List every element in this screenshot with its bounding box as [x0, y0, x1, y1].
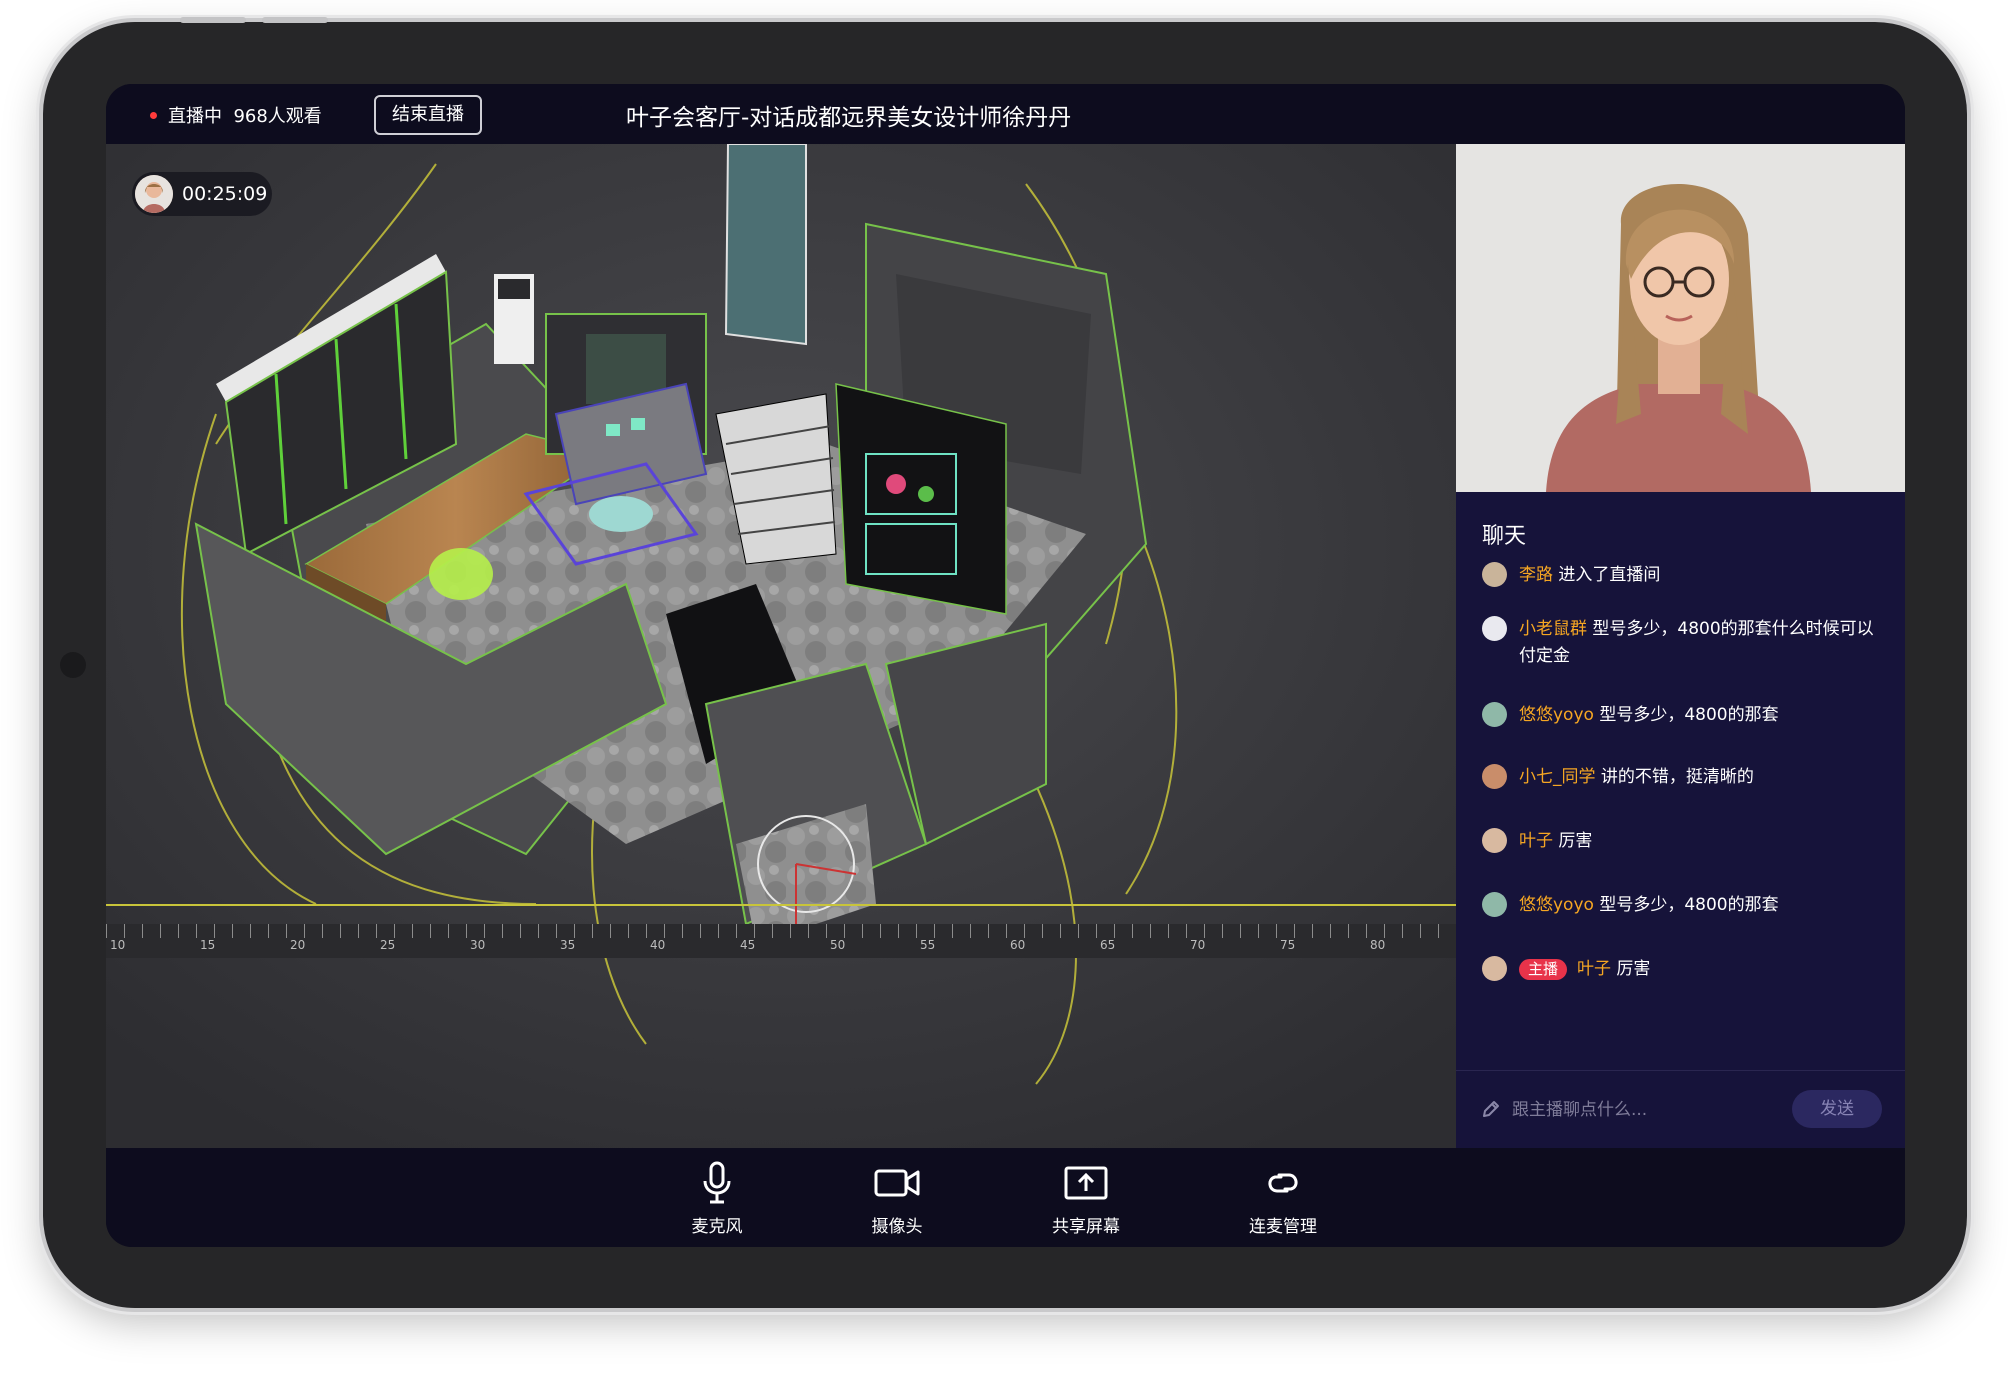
ruler-tick: 80 [1370, 938, 1386, 952]
share-screen-button[interactable]: 共享屏幕 [1026, 1162, 1146, 1237]
screen: 直播中 968人观看 结束直播 叶子会客厅-对话成都远界美女设计师徐丹丹 10 … [106, 84, 1905, 1247]
pencil-icon [1480, 1098, 1502, 1124]
chat-message: 小七_同学 讲的不错，挺清晰的 [1482, 764, 1882, 791]
chat-text: 型号多少，4800的那套 [1599, 895, 1779, 915]
chat-username[interactable]: 悠悠yoyo [1519, 705, 1594, 725]
co-host-label: 连麦管理 [1249, 1217, 1317, 1237]
send-button[interactable]: 发送 [1792, 1090, 1882, 1128]
chat-text: 进入了直播间 [1558, 565, 1661, 585]
chat-message: 主播 叶子 厉害 [1482, 956, 1882, 983]
ruler-tick: 35 [560, 938, 576, 952]
user-avatar [1482, 828, 1507, 853]
chat-panel: 聊天 李路 进入了直播间 小老鼠群 型号多少，4800的那套什么时候可以付定金 … [1456, 492, 1905, 1148]
host-video [1456, 144, 1905, 492]
chat-username[interactable]: 小老鼠群 [1519, 619, 1587, 639]
chat-username[interactable]: 小七_同学 [1519, 767, 1596, 787]
live-timer: 00:25:09 [132, 172, 272, 216]
camera-label: 摄像头 [871, 1217, 923, 1237]
video-camera-icon [873, 1166, 921, 1204]
ruler-tick: 15 [200, 938, 216, 952]
ruler-tick: 65 [1100, 938, 1116, 952]
front-camera [60, 652, 86, 678]
host-avatar [135, 175, 173, 213]
chat-message: 悠悠yoyo 型号多少，4800的那套 [1482, 702, 1882, 729]
chat-message: 小老鼠群 型号多少，4800的那套什么时候可以付定金 [1482, 616, 1882, 670]
3d-model-scene [106, 144, 1456, 1148]
timer-text: 00:25:09 [182, 183, 268, 205]
ruler-tick: 75 [1280, 938, 1296, 952]
ruler-tick: 50 [830, 938, 846, 952]
chat-title: 聊天 [1482, 524, 1527, 549]
chat-text: 型号多少，4800的那套 [1599, 705, 1779, 725]
user-avatar [1482, 616, 1507, 641]
chat-input-row: 发送 [1456, 1072, 1905, 1148]
ruler-tick: 40 [650, 938, 666, 952]
chat-input[interactable] [1510, 1094, 1764, 1126]
chat-message: 悠悠yoyo 型号多少，4800的那套 [1482, 892, 1882, 919]
chat-username[interactable]: 叶子 [1519, 831, 1553, 851]
camera-button[interactable]: 摄像头 [837, 1162, 957, 1237]
share-screen-icon [1063, 1165, 1109, 1205]
chat-text: 厉害 [1558, 831, 1593, 851]
chat-username[interactable]: 李路 [1519, 565, 1553, 585]
chat-username[interactable]: 叶子 [1577, 959, 1611, 979]
chat-username[interactable]: 悠悠yoyo [1519, 895, 1594, 915]
live-status: 直播中 968人观看 [168, 102, 322, 128]
live-status-label: 直播中 [168, 106, 222, 127]
user-avatar [1482, 956, 1507, 981]
share-screen-label: 共享屏幕 [1052, 1217, 1120, 1237]
user-avatar [1482, 702, 1507, 727]
ruler-tick: 25 [380, 938, 396, 952]
main-video[interactable]: 10 15 20 25 30 35 40 45 50 55 60 65 70 7… [106, 144, 1456, 1148]
link-icon [1259, 1165, 1307, 1205]
ruler-tick: 10 [110, 938, 126, 952]
microphone-label: 麦克风 [691, 1217, 743, 1237]
chat-divider [1456, 1070, 1905, 1071]
page-title: 叶子会客厅-对话成都远界美女设计师徐丹丹 [626, 105, 1072, 131]
user-avatar [1482, 764, 1507, 789]
timeline-ruler[interactable]: 10 15 20 25 30 35 40 45 50 55 60 65 70 7… [106, 924, 1456, 958]
live-indicator-icon [150, 112, 157, 119]
top-bar: 直播中 968人观看 结束直播 叶子会客厅-对话成都远界美女设计师徐丹丹 [106, 84, 1905, 144]
volume-button [180, 17, 246, 23]
volume-button [262, 17, 328, 23]
viewer-count: 968人观看 [233, 106, 322, 127]
user-avatar [1482, 892, 1507, 917]
chat-text: 厉害 [1616, 959, 1651, 979]
user-avatar [1482, 562, 1507, 587]
ruler-tick: 45 [740, 938, 756, 952]
microphone-button[interactable]: 麦克风 [657, 1161, 777, 1237]
host-camera-feed [1456, 144, 1905, 492]
co-host-button[interactable]: 连麦管理 [1223, 1162, 1343, 1237]
ruler-tick: 70 [1190, 938, 1206, 952]
microphone-icon [700, 1161, 734, 1209]
chat-message: 叶子 厉害 [1482, 828, 1882, 855]
ruler-tick: 20 [290, 938, 306, 952]
host-badge: 主播 [1519, 959, 1568, 980]
ruler-tick-labels: 10 15 20 25 30 35 40 45 50 55 60 65 70 7… [106, 938, 1456, 958]
end-live-button[interactable]: 结束直播 [374, 95, 482, 135]
chat-message: 李路 进入了直播间 [1482, 562, 1882, 589]
ruler-tick: 30 [470, 938, 486, 952]
control-bar: 麦克风 摄像头 共享屏幕 连麦管理 [106, 1148, 1905, 1247]
ruler-tick: 60 [1010, 938, 1026, 952]
ruler-minor-ticks [106, 924, 1456, 938]
ruler-tick: 55 [920, 938, 936, 952]
chat-text: 讲的不错，挺清晰的 [1600, 767, 1754, 787]
